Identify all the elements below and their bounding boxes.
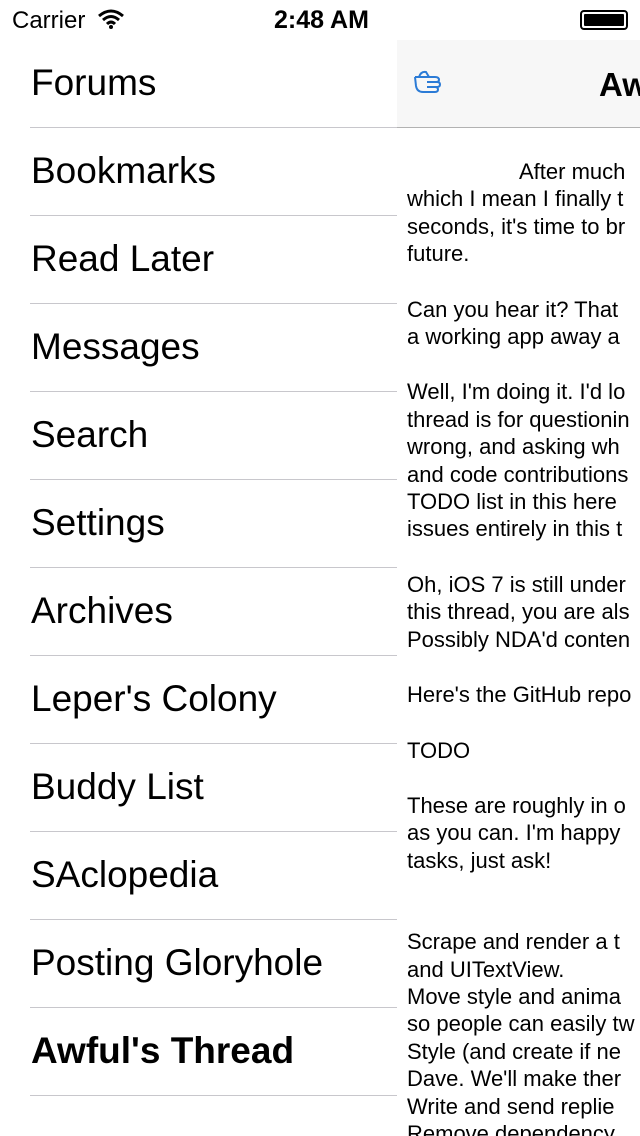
- menu-item-label: SAclopedia: [31, 854, 219, 895]
- text-line: After much: [519, 159, 626, 184]
- list-item: Move style and anima: [407, 983, 621, 1009]
- menu-item-search[interactable]: Search: [0, 392, 397, 480]
- menu-item-forums[interactable]: Forums: [0, 40, 397, 128]
- text-line: and code contributions: [407, 461, 629, 487]
- post-paragraph: Here's the GitHub repo: [407, 681, 640, 708]
- post-paragraph: Well, I'm doing it. I'd lo thread is for…: [407, 378, 640, 542]
- list-item: Dave. We'll make ther: [407, 1066, 622, 1092]
- thread-title: Aw: [599, 66, 640, 103]
- list-item: so people can easily tw: [407, 1011, 635, 1037]
- menu-item-label: Buddy List: [31, 766, 204, 807]
- thread-panel: Aw After much which I mean I finally t s…: [397, 0, 640, 1136]
- post-body: After much which I mean I finally t seco…: [407, 158, 640, 1136]
- text-line: Possibly NDA'd conten: [407, 626, 631, 652]
- text-line: wrong, and asking wh: [407, 434, 620, 460]
- menu-item-lepers-colony[interactable]: Leper's Colony: [0, 656, 397, 744]
- text-line: seconds, it's time to br: [407, 213, 626, 239]
- pointing-hand-icon[interactable]: [413, 68, 447, 94]
- menu-item-label: Forums: [31, 62, 157, 103]
- post-paragraph: TODO: [407, 737, 640, 764]
- menu-item-label: Archives: [31, 590, 173, 631]
- text-line: issues entirely in this t: [407, 516, 623, 542]
- menu-item-archives[interactable]: Archives: [0, 568, 397, 656]
- list-item: Scrape and render a t: [407, 929, 620, 955]
- menu-item-label: Messages: [31, 326, 200, 367]
- list-item: Remove dependency: [407, 1120, 615, 1136]
- list-item: Style (and create if ne: [407, 1038, 622, 1064]
- text-line: as you can. I'm happy: [407, 820, 621, 846]
- post-paragraph: After much which I mean I finally t seco…: [407, 158, 640, 268]
- list-item: and UITextView.: [407, 956, 565, 982]
- todo-list: Scrape and render a t and UITextView. Mo…: [407, 928, 640, 1136]
- carrier-label: Carrier: [12, 7, 86, 34]
- menu-item-label: Settings: [31, 502, 165, 543]
- wifi-icon: [98, 9, 124, 29]
- menu-item-label: Search: [31, 414, 149, 455]
- text-line: tasks, just ask!: [407, 847, 552, 873]
- text-line: TODO list in this here: [407, 489, 617, 515]
- menu-item-label: Read Later: [31, 238, 215, 279]
- menu-item-label: Awful's Thread: [31, 1030, 295, 1071]
- menu-item-label: Posting Gloryhole: [31, 942, 324, 983]
- github-link[interactable]: Here's the GitHub repo: [407, 681, 640, 708]
- menu-item-saclopedia[interactable]: SAclopedia: [0, 832, 397, 920]
- post-paragraph: Oh, iOS 7 is still under this thread, yo…: [407, 571, 640, 653]
- text-line: which I mean I finally t: [407, 186, 624, 212]
- menu-item-buddy-list[interactable]: Buddy List: [0, 744, 397, 832]
- menu-item-messages[interactable]: Messages: [0, 304, 397, 392]
- post-paragraph: Can you hear it? That a working app away…: [407, 296, 640, 351]
- menu-item-settings[interactable]: Settings: [0, 480, 397, 568]
- menu-item-label: Bookmarks: [31, 150, 217, 191]
- clock: 2:48 AM: [274, 6, 369, 34]
- menu-item-awfuls-thread[interactable]: Awful's Thread: [0, 1008, 397, 1096]
- post-paragraph: These are roughly in o as you can. I'm h…: [407, 792, 640, 874]
- text-line: Well, I'm doing it. I'd lo: [407, 379, 626, 405]
- menu-item-label: Leper's Colony: [31, 678, 277, 719]
- text-line: TODO: [407, 737, 471, 763]
- text-line: future.: [407, 241, 470, 267]
- side-menu: Forums Bookmarks Read Later Messages Sea…: [0, 40, 397, 1096]
- text-line: this thread, you are als: [407, 599, 630, 625]
- text-line: thread is for questionin: [407, 406, 630, 432]
- text-line: These are roughly in o: [407, 792, 626, 818]
- text-line: Oh, iOS 7 is still under: [407, 571, 626, 597]
- text-line: a working app away a: [407, 324, 620, 350]
- list-item: Write and send replie: [407, 1093, 615, 1119]
- nav-bar: Aw: [397, 40, 640, 128]
- menu-item-read-later[interactable]: Read Later: [0, 216, 397, 304]
- menu-item-posting-gloryhole[interactable]: Posting Gloryhole: [0, 920, 397, 1008]
- menu-item-bookmarks[interactable]: Bookmarks: [0, 128, 397, 216]
- text-line: Can you hear it? That: [407, 296, 619, 322]
